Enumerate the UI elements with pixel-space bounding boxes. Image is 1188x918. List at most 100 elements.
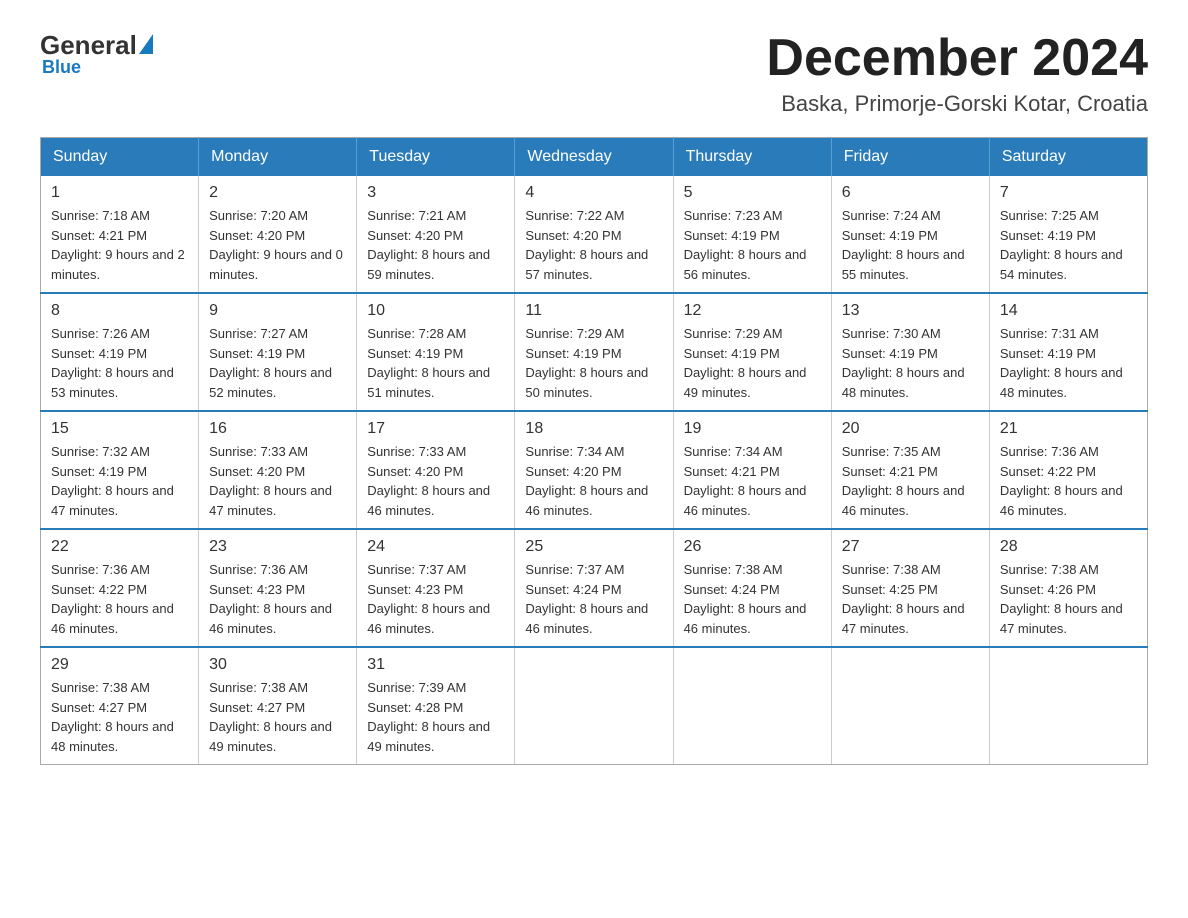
- table-row: 17 Sunrise: 7:33 AMSunset: 4:20 PMDaylig…: [357, 411, 515, 529]
- day-info: Sunrise: 7:38 AMSunset: 4:25 PMDaylight:…: [842, 560, 979, 638]
- day-number: 16: [209, 420, 346, 438]
- page-subtitle: Baska, Primorje-Gorski Kotar, Croatia: [766, 91, 1148, 117]
- header-wednesday: Wednesday: [515, 138, 673, 177]
- table-row: 2 Sunrise: 7:20 AMSunset: 4:20 PMDayligh…: [199, 176, 357, 293]
- day-info: Sunrise: 7:29 AMSunset: 4:19 PMDaylight:…: [525, 324, 662, 402]
- table-row: 24 Sunrise: 7:37 AMSunset: 4:23 PMDaylig…: [357, 529, 515, 647]
- day-info: Sunrise: 7:36 AMSunset: 4:22 PMDaylight:…: [51, 560, 188, 638]
- day-number: 2: [209, 184, 346, 202]
- day-info: Sunrise: 7:38 AMSunset: 4:24 PMDaylight:…: [684, 560, 821, 638]
- table-row: [989, 647, 1147, 765]
- day-number: 14: [1000, 302, 1137, 320]
- day-number: 26: [684, 538, 821, 556]
- day-number: 30: [209, 656, 346, 674]
- day-info: Sunrise: 7:30 AMSunset: 4:19 PMDaylight:…: [842, 324, 979, 402]
- day-info: Sunrise: 7:31 AMSunset: 4:19 PMDaylight:…: [1000, 324, 1137, 402]
- day-number: 4: [525, 184, 662, 202]
- header-tuesday: Tuesday: [357, 138, 515, 177]
- table-row: 11 Sunrise: 7:29 AMSunset: 4:19 PMDaylig…: [515, 293, 673, 411]
- day-info: Sunrise: 7:36 AMSunset: 4:23 PMDaylight:…: [209, 560, 346, 638]
- calendar-week-row: 15 Sunrise: 7:32 AMSunset: 4:19 PMDaylig…: [41, 411, 1148, 529]
- calendar-week-row: 22 Sunrise: 7:36 AMSunset: 4:22 PMDaylig…: [41, 529, 1148, 647]
- day-info: Sunrise: 7:33 AMSunset: 4:20 PMDaylight:…: [209, 442, 346, 520]
- day-number: 11: [525, 302, 662, 320]
- day-number: 13: [842, 302, 979, 320]
- table-row: 13 Sunrise: 7:30 AMSunset: 4:19 PMDaylig…: [831, 293, 989, 411]
- day-info: Sunrise: 7:23 AMSunset: 4:19 PMDaylight:…: [684, 206, 821, 284]
- day-number: 3: [367, 184, 504, 202]
- day-number: 20: [842, 420, 979, 438]
- day-number: 15: [51, 420, 188, 438]
- day-info: Sunrise: 7:35 AMSunset: 4:21 PMDaylight:…: [842, 442, 979, 520]
- table-row: 10 Sunrise: 7:28 AMSunset: 4:19 PMDaylig…: [357, 293, 515, 411]
- table-row: [515, 647, 673, 765]
- table-row: 30 Sunrise: 7:38 AMSunset: 4:27 PMDaylig…: [199, 647, 357, 765]
- day-number: 7: [1000, 184, 1137, 202]
- day-info: Sunrise: 7:38 AMSunset: 4:27 PMDaylight:…: [51, 678, 188, 756]
- table-row: 4 Sunrise: 7:22 AMSunset: 4:20 PMDayligh…: [515, 176, 673, 293]
- day-info: Sunrise: 7:26 AMSunset: 4:19 PMDaylight:…: [51, 324, 188, 402]
- day-info: Sunrise: 7:18 AMSunset: 4:21 PMDaylight:…: [51, 206, 188, 284]
- header-friday: Friday: [831, 138, 989, 177]
- table-row: 8 Sunrise: 7:26 AMSunset: 4:19 PMDayligh…: [41, 293, 199, 411]
- day-info: Sunrise: 7:38 AMSunset: 4:26 PMDaylight:…: [1000, 560, 1137, 638]
- calendar-table: Sunday Monday Tuesday Wednesday Thursday…: [40, 137, 1148, 765]
- table-row: 29 Sunrise: 7:38 AMSunset: 4:27 PMDaylig…: [41, 647, 199, 765]
- calendar-week-row: 1 Sunrise: 7:18 AMSunset: 4:21 PMDayligh…: [41, 176, 1148, 293]
- table-row: 1 Sunrise: 7:18 AMSunset: 4:21 PMDayligh…: [41, 176, 199, 293]
- day-number: 18: [525, 420, 662, 438]
- day-info: Sunrise: 7:34 AMSunset: 4:21 PMDaylight:…: [684, 442, 821, 520]
- calendar-week-row: 29 Sunrise: 7:38 AMSunset: 4:27 PMDaylig…: [41, 647, 1148, 765]
- title-section: December 2024 Baska, Primorje-Gorski Kot…: [766, 30, 1148, 117]
- day-info: Sunrise: 7:27 AMSunset: 4:19 PMDaylight:…: [209, 324, 346, 402]
- day-number: 23: [209, 538, 346, 556]
- logo-triangle-icon: [139, 34, 153, 54]
- day-number: 17: [367, 420, 504, 438]
- day-info: Sunrise: 7:37 AMSunset: 4:23 PMDaylight:…: [367, 560, 504, 638]
- day-number: 25: [525, 538, 662, 556]
- table-row: [673, 647, 831, 765]
- day-number: 24: [367, 538, 504, 556]
- table-row: 22 Sunrise: 7:36 AMSunset: 4:22 PMDaylig…: [41, 529, 199, 647]
- table-row: 25 Sunrise: 7:37 AMSunset: 4:24 PMDaylig…: [515, 529, 673, 647]
- table-row: 21 Sunrise: 7:36 AMSunset: 4:22 PMDaylig…: [989, 411, 1147, 529]
- day-info: Sunrise: 7:39 AMSunset: 4:28 PMDaylight:…: [367, 678, 504, 756]
- table-row: 14 Sunrise: 7:31 AMSunset: 4:19 PMDaylig…: [989, 293, 1147, 411]
- day-info: Sunrise: 7:21 AMSunset: 4:20 PMDaylight:…: [367, 206, 504, 284]
- table-row: 5 Sunrise: 7:23 AMSunset: 4:19 PMDayligh…: [673, 176, 831, 293]
- table-row: 19 Sunrise: 7:34 AMSunset: 4:21 PMDaylig…: [673, 411, 831, 529]
- day-number: 5: [684, 184, 821, 202]
- day-info: Sunrise: 7:20 AMSunset: 4:20 PMDaylight:…: [209, 206, 346, 284]
- day-info: Sunrise: 7:33 AMSunset: 4:20 PMDaylight:…: [367, 442, 504, 520]
- day-number: 10: [367, 302, 504, 320]
- day-number: 6: [842, 184, 979, 202]
- page-header: General Blue December 2024 Baska, Primor…: [40, 30, 1148, 117]
- table-row: 7 Sunrise: 7:25 AMSunset: 4:19 PMDayligh…: [989, 176, 1147, 293]
- day-number: 12: [684, 302, 821, 320]
- table-row: 23 Sunrise: 7:36 AMSunset: 4:23 PMDaylig…: [199, 529, 357, 647]
- table-row: 27 Sunrise: 7:38 AMSunset: 4:25 PMDaylig…: [831, 529, 989, 647]
- day-info: Sunrise: 7:37 AMSunset: 4:24 PMDaylight:…: [525, 560, 662, 638]
- header-monday: Monday: [199, 138, 357, 177]
- table-row: 18 Sunrise: 7:34 AMSunset: 4:20 PMDaylig…: [515, 411, 673, 529]
- day-number: 28: [1000, 538, 1137, 556]
- day-number: 19: [684, 420, 821, 438]
- day-info: Sunrise: 7:29 AMSunset: 4:19 PMDaylight:…: [684, 324, 821, 402]
- day-number: 29: [51, 656, 188, 674]
- table-row: 26 Sunrise: 7:38 AMSunset: 4:24 PMDaylig…: [673, 529, 831, 647]
- table-row: 12 Sunrise: 7:29 AMSunset: 4:19 PMDaylig…: [673, 293, 831, 411]
- header-sunday: Sunday: [41, 138, 199, 177]
- day-number: 22: [51, 538, 188, 556]
- table-row: 28 Sunrise: 7:38 AMSunset: 4:26 PMDaylig…: [989, 529, 1147, 647]
- day-number: 8: [51, 302, 188, 320]
- day-info: Sunrise: 7:32 AMSunset: 4:19 PMDaylight:…: [51, 442, 188, 520]
- day-number: 21: [1000, 420, 1137, 438]
- header-thursday: Thursday: [673, 138, 831, 177]
- day-number: 9: [209, 302, 346, 320]
- calendar-week-row: 8 Sunrise: 7:26 AMSunset: 4:19 PMDayligh…: [41, 293, 1148, 411]
- day-info: Sunrise: 7:24 AMSunset: 4:19 PMDaylight:…: [842, 206, 979, 284]
- day-info: Sunrise: 7:25 AMSunset: 4:19 PMDaylight:…: [1000, 206, 1137, 284]
- table-row: 15 Sunrise: 7:32 AMSunset: 4:19 PMDaylig…: [41, 411, 199, 529]
- page-title: December 2024: [766, 30, 1148, 87]
- day-info: Sunrise: 7:34 AMSunset: 4:20 PMDaylight:…: [525, 442, 662, 520]
